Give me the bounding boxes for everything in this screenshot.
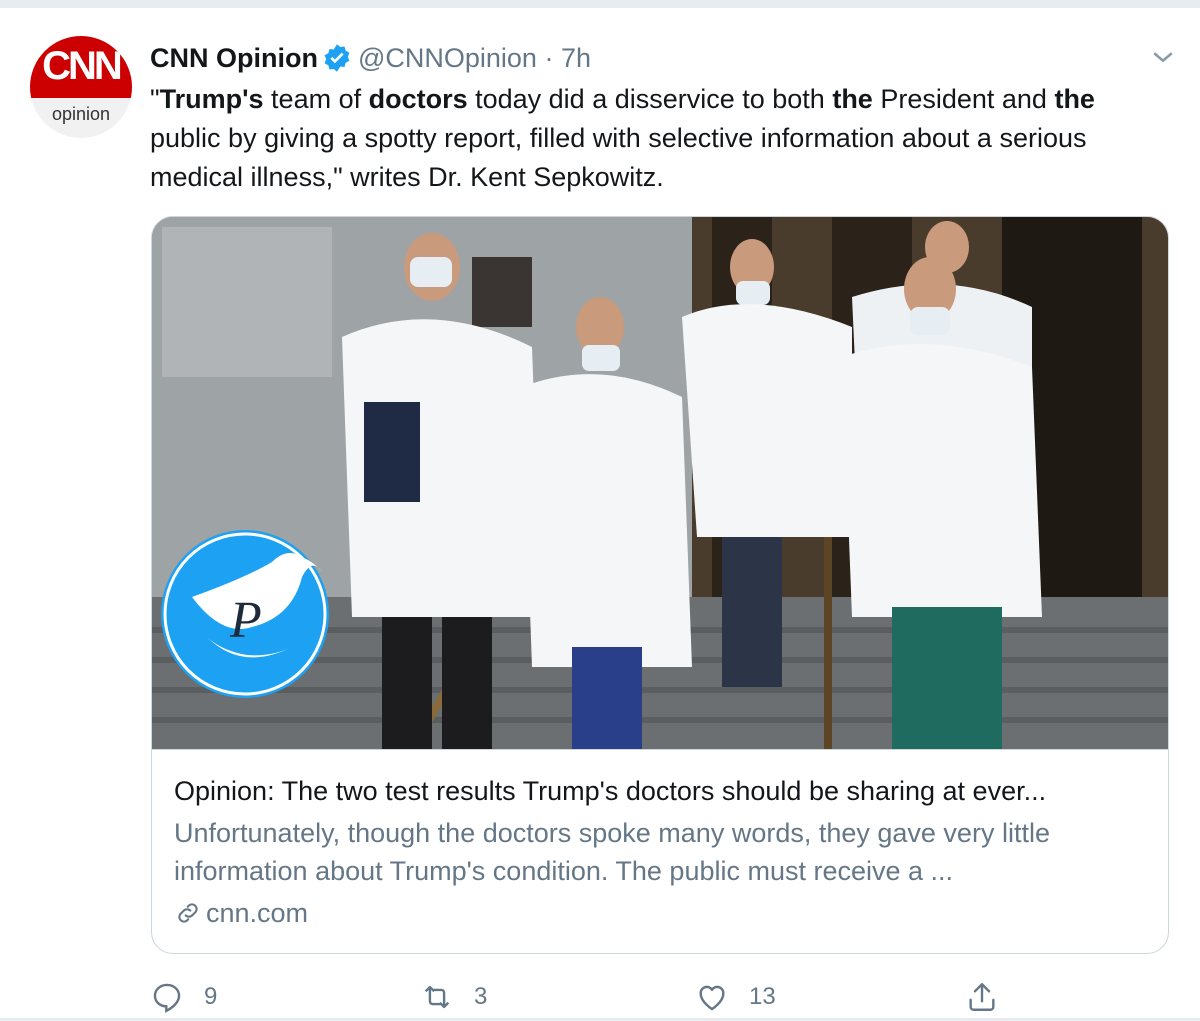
- reply-count: 9: [204, 982, 218, 1010]
- share-button[interactable]: [965, 972, 999, 1020]
- tweet-actions: 9 3 13: [150, 972, 1170, 1020]
- tweet-time[interactable]: 7h: [561, 43, 591, 73]
- avatar-subtitle: opinion: [51, 104, 111, 124]
- heart-icon: [699, 985, 725, 1010]
- retweet-button[interactable]: 3: [420, 972, 487, 1020]
- bold-word: the: [832, 84, 873, 114]
- link-card[interactable]: P Opinion: The two test results Trump's …: [151, 216, 1169, 954]
- reply-button[interactable]: 9: [150, 972, 217, 1020]
- bold-word: doctors: [368, 84, 468, 114]
- avatar-logo: CNN: [42, 44, 123, 88]
- author-handle[interactable]: @CNNOpinion: [358, 43, 537, 73]
- card-domain: cnn.com: [174, 894, 1148, 932]
- reply-icon: [153, 983, 181, 1013]
- header-separator: ·: [544, 43, 554, 73]
- tweet[interactable]: CNN opinion CNN Opinion @CNNOpinion · 7h …: [0, 0, 1200, 1018]
- author-avatar[interactable]: CNN opinion: [30, 36, 132, 138]
- like-count: 13: [749, 982, 776, 1010]
- card-image[interactable]: P: [152, 217, 1168, 749]
- card-body[interactable]: Opinion: The two test results Trump's do…: [152, 749, 1168, 953]
- verified-badge-icon: [324, 44, 350, 72]
- tweet-header: CNN Opinion @CNNOpinion · 7h: [150, 38, 1140, 78]
- retweet-count: 3: [474, 982, 488, 1010]
- retweet-icon: [424, 985, 450, 1008]
- share-icon: [969, 982, 995, 1011]
- card-photo: P: [152, 217, 1168, 749]
- link-icon: [178, 903, 198, 923]
- card-title: Opinion: The two test results Trump's do…: [174, 776, 1047, 806]
- bold-word: the: [1054, 84, 1095, 114]
- card-description: Unfortunately, though the doctors spoke …: [174, 818, 1050, 886]
- svg-text:P: P: [229, 592, 262, 649]
- twitter-bird-watermark: P: [161, 530, 329, 698]
- tweet-text: "Trump's team of doctors today did a dis…: [150, 84, 1095, 192]
- card-domain-text: cnn.com: [206, 898, 309, 928]
- like-button[interactable]: 13: [695, 972, 776, 1020]
- bold-word: Trump's: [159, 84, 264, 114]
- chevron-down-icon[interactable]: [1148, 42, 1178, 72]
- author-name[interactable]: CNN Opinion: [150, 43, 318, 73]
